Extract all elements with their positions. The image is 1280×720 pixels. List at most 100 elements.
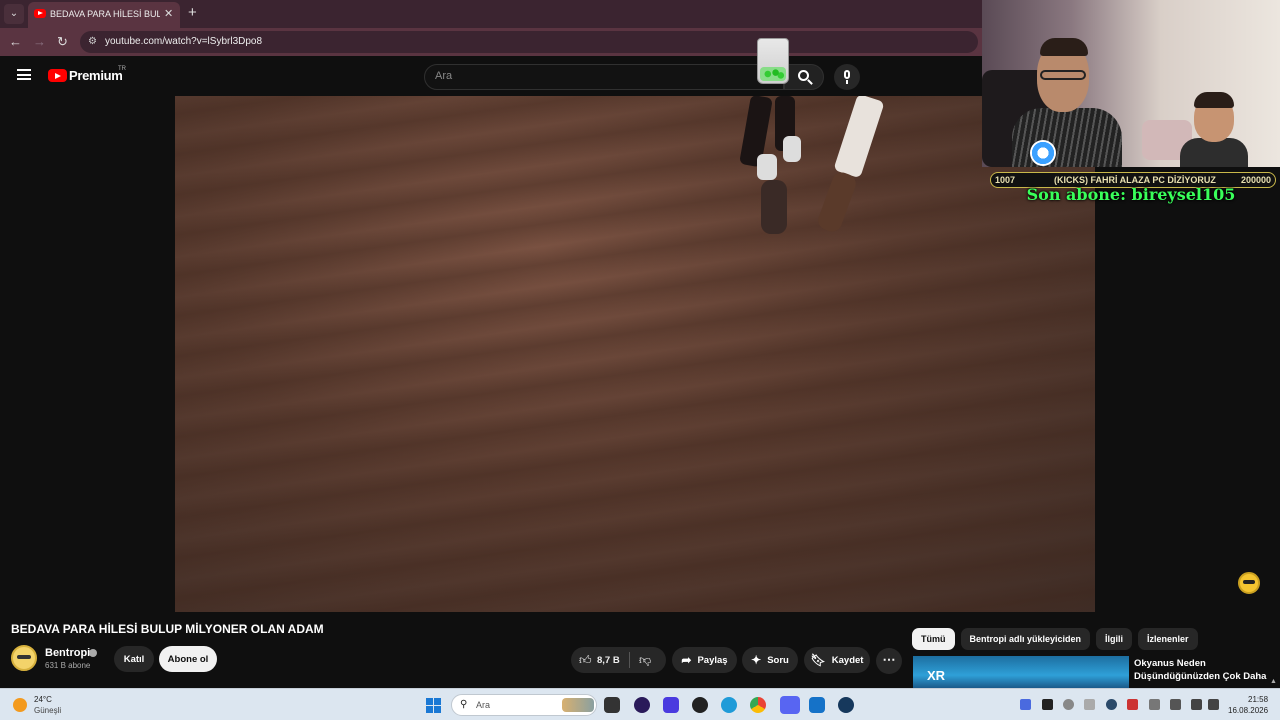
- tray-steam-icon[interactable]: [1106, 699, 1117, 710]
- clock-time[interactable]: 21:58: [1248, 695, 1268, 704]
- thumbs-down-icon[interactable]: 👎︎: [639, 653, 651, 668]
- search-input[interactable]: [435, 70, 735, 82]
- chip-related[interactable]: İlgili: [1096, 628, 1133, 650]
- tab-title: BEDAVA PARA HİLESİ BULUP MİLYONER OLAN A…: [50, 9, 160, 19]
- search-icon: ⚲: [460, 699, 468, 710]
- windows-start-icon[interactable]: [426, 698, 441, 713]
- reload-icon[interactable]: ↻: [57, 34, 68, 50]
- kid-shirt: [1180, 138, 1248, 167]
- browser-tab-bar: ⌄ BEDAVA PARA HİLESİ BULUP MİLYONER OLAN…: [0, 0, 982, 28]
- browser-toolbar: ← → ↻ ⚙ youtube.com/watch?v=lSybrl3Dpo8: [0, 28, 982, 56]
- clock-date[interactable]: 16.08.2026: [1228, 706, 1268, 715]
- chip-all[interactable]: Tümü: [912, 628, 955, 650]
- voice-search-button[interactable]: [834, 64, 860, 90]
- ask-label: Soru: [767, 654, 789, 666]
- chip-from-uploader[interactable]: Bentropi adlı yükleyiciden: [960, 628, 1091, 650]
- discord-icon[interactable]: [780, 696, 800, 714]
- like-divider: [629, 652, 630, 668]
- subscriber-count: 631 B abone: [45, 661, 91, 670]
- region-code: TR: [118, 66, 126, 72]
- subscribe-button[interactable]: Abone ol: [159, 646, 217, 672]
- share-arrow-icon: ➦: [681, 653, 692, 667]
- sparkle-icon: ✦: [751, 653, 762, 667]
- weather-description[interactable]: Güneşli: [34, 706, 61, 715]
- thumbs-up-icon[interactable]: 👍︎: [579, 653, 592, 668]
- task-view-icon[interactable]: [604, 697, 620, 713]
- url-text[interactable]: youtube.com/watch?v=lSybrl3Dpo8: [105, 36, 262, 47]
- crypto-app-icon[interactable]: [663, 697, 679, 713]
- chrome-icon[interactable]: [750, 697, 766, 713]
- edge-icon[interactable]: [721, 697, 737, 713]
- windows-taskbar: 24°C Güneşli ⚲ Ara 21:58 16.08.2026: [0, 688, 1280, 720]
- taskbar-search-text: Ara: [476, 700, 491, 710]
- share-label: Paylaş: [697, 654, 728, 666]
- tray-volume-icon[interactable]: [1208, 699, 1219, 710]
- youtube-masthead: Premium TR: [0, 56, 982, 96]
- like-count[interactable]: 8,7 B: [597, 655, 620, 666]
- save-button[interactable]: 🔖︎ Kaydet: [804, 647, 870, 673]
- forward-arrow-icon[interactable]: →: [33, 34, 46, 49]
- goal-title: (KICKS) FAHRİ ALAZA PC DİZİYORUZ: [1054, 175, 1216, 185]
- goal-current: 1007: [995, 175, 1016, 185]
- steam-icon[interactable]: [838, 697, 854, 713]
- sun-weather-icon[interactable]: [13, 698, 27, 712]
- save-label: Kaydet: [831, 654, 864, 666]
- site-info-icon[interactable]: ⚙: [88, 36, 97, 47]
- sunglasses-emoji-icon: [1238, 572, 1260, 594]
- tray-usb-icon[interactable]: [1149, 699, 1160, 710]
- obs-icon[interactable]: [634, 697, 650, 713]
- youtube-logo-icon[interactable]: [48, 69, 67, 82]
- tray-app-icon-3[interactable]: [1063, 699, 1074, 710]
- thumbnail-text: XR: [927, 668, 946, 683]
- taskbar-search-box[interactable]: ⚲ Ara: [451, 694, 597, 716]
- kid-hair: [1194, 92, 1234, 108]
- recommended-video-title[interactable]: Okyanus Neden Düşündüğünüzden Çok Daha: [1134, 657, 1274, 683]
- tray-app-icon-2[interactable]: [1042, 699, 1053, 710]
- new-tab-button[interactable]: +: [188, 4, 197, 21]
- tab-close-button[interactable]: ✕: [164, 7, 173, 20]
- streamer-shirt: [1012, 108, 1122, 167]
- recommendation-chips: Tümü Bentropi adlı yükleyiciden İlgili İ…: [912, 628, 1198, 650]
- video-player[interactable]: [175, 96, 1095, 612]
- glasses: [1040, 70, 1086, 80]
- channel-name[interactable]: Bentropi: [45, 647, 90, 659]
- microphone-icon-stand: [846, 80, 848, 84]
- youtube-premium-logo-text[interactable]: Premium: [69, 68, 123, 83]
- scroll-up-arrow-icon[interactable]: ▲: [1270, 678, 1277, 685]
- search-highlight-image: [562, 698, 594, 712]
- join-button[interactable]: Katıl: [114, 646, 154, 672]
- more-actions-button[interactable]: ⋯: [876, 648, 902, 674]
- tray-app-icon-1[interactable]: [1020, 699, 1031, 710]
- video-frame-horse-legs: [735, 96, 915, 246]
- tab-search-menu-button[interactable]: ⌄: [4, 4, 24, 24]
- video-app-icon[interactable]: [809, 697, 825, 713]
- chest-logo-icon: [1030, 140, 1056, 166]
- address-bar[interactable]: ⚙ youtube.com/watch?v=lSybrl3Dpo8: [80, 31, 978, 53]
- ask-button[interactable]: ✦ Soru: [742, 647, 798, 673]
- goal-target: 200000: [1240, 175, 1271, 185]
- tray-network-icon[interactable]: [1191, 699, 1202, 710]
- verified-check-icon: [89, 649, 97, 657]
- last-subscriber-text: Son abone: bireysel105: [1026, 185, 1236, 204]
- tray-microphone-icon[interactable]: [1170, 699, 1181, 710]
- video-title: BEDAVA PARA HİLESİ BULUP MİLYONER OLAN A…: [11, 622, 324, 636]
- search-button[interactable]: [784, 64, 824, 90]
- streamer-hair: [1040, 38, 1088, 56]
- share-button[interactable]: ➦ Paylaş: [672, 647, 737, 673]
- tray-app-icon-4[interactable]: [1084, 699, 1095, 710]
- tray-app-icon-6[interactable]: [1127, 699, 1138, 710]
- chip-watched[interactable]: İzlenenler: [1138, 628, 1198, 650]
- stream-cup-overlay-icon: [757, 38, 789, 84]
- recommended-video-thumbnail[interactable]: XR: [913, 656, 1129, 688]
- hamburger-menu-icon[interactable]: [17, 69, 31, 80]
- brawl-app-icon[interactable]: [692, 697, 708, 713]
- back-arrow-icon[interactable]: ←: [9, 34, 22, 49]
- youtube-favicon-icon: [34, 9, 46, 18]
- weather-temperature[interactable]: 24°C: [34, 695, 52, 704]
- search-icon-handle: [807, 79, 813, 85]
- webcam-overlay: [982, 0, 1280, 167]
- search-box: [424, 64, 784, 90]
- bookmark-icon: 🔖︎: [810, 653, 826, 667]
- channel-avatar[interactable]: [11, 645, 37, 671]
- browser-tab-active[interactable]: BEDAVA PARA HİLESİ BULUP MİLYONER OLAN A…: [28, 2, 180, 28]
